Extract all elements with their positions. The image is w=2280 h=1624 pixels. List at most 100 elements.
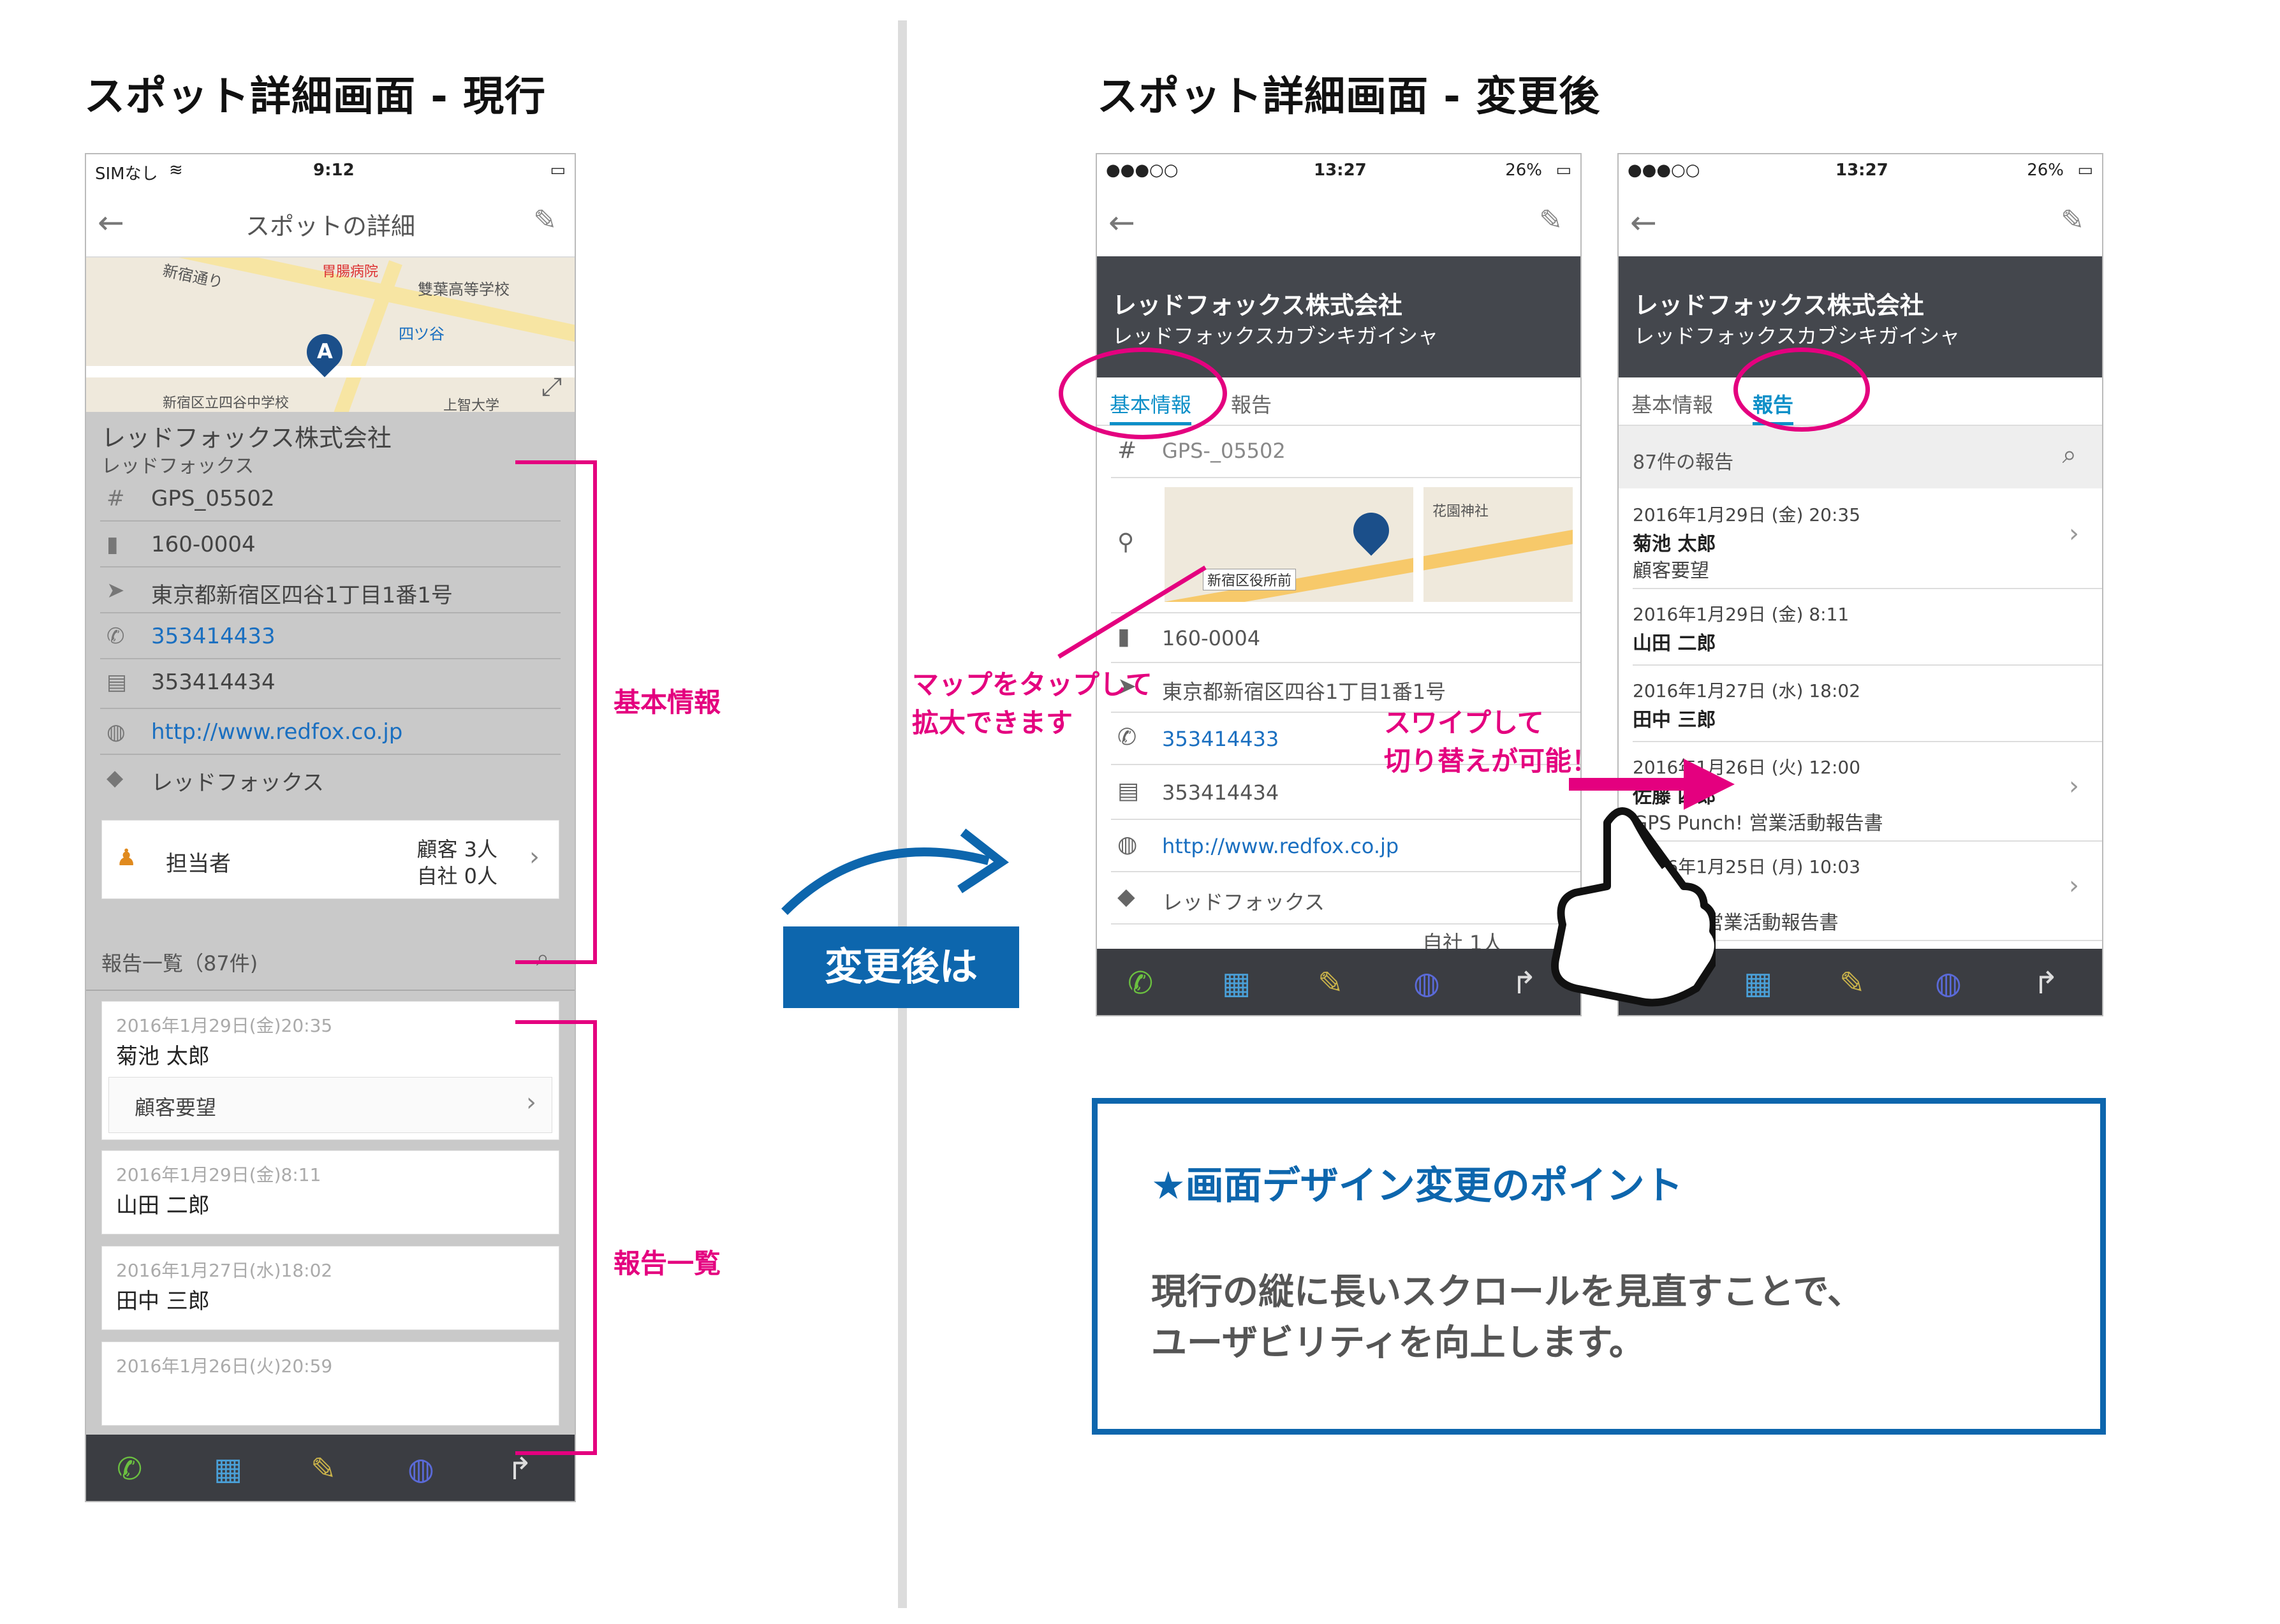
current-phone: SIMなし ≋ 9:12 ▭ ← スポットの詳細 ✎ 新宿通り 雙葉高等学校 四…: [85, 153, 576, 1502]
back-icon[interactable]: ←: [1630, 204, 1657, 241]
point-line2: ユーザビリティを向上します。: [1151, 1322, 1645, 1364]
time: 13:27: [1835, 161, 1888, 180]
row-tag: ◆ レッドフォックス: [1111, 872, 1580, 925]
hand-swipe-icon: [1551, 807, 1716, 1007]
report-item[interactable]: 2016年1月27日 (水) 18:02 田中 三郎: [1633, 666, 2102, 742]
report-date: 2016年1月29日(金)20:35: [116, 1015, 333, 1036]
fax-icon: ▤: [107, 669, 128, 695]
wifi-icon: ≋: [169, 161, 183, 180]
row-address: ➤ 東京都新宿区四谷1丁目1番1号: [100, 567, 561, 613]
edit-icon[interactable]: ✎: [2061, 204, 2084, 237]
edit-icon[interactable]: ✎: [533, 204, 557, 237]
row-tag: ◆ レッドフォックス: [100, 755, 561, 800]
divider: [898, 20, 907, 1608]
bottom-toolbar: ✆ ▦ ✎ ◍ ↱: [1097, 949, 1580, 1015]
people-icon: ♟: [116, 845, 137, 871]
edit-icon[interactable]: ✎: [1539, 204, 1563, 237]
map-pin-label: A: [317, 339, 333, 363]
battery: 26%: [1505, 161, 1542, 180]
row-fax: ▤ 353414434: [100, 659, 561, 709]
row-text[interactable]: 353414433: [1162, 727, 1279, 751]
report-date: 2016年1月29日 (金) 20:35: [1633, 504, 1861, 525]
phone-icon[interactable]: ✆: [1128, 965, 1153, 1001]
chevron-right-icon: ›: [2069, 519, 2079, 548]
map[interactable]: 新宿通り 雙葉高等学校 四ツ谷 新宿区立四谷中学校 上智大学 胃腸病院 A ⤢: [86, 258, 575, 412]
phone-icon[interactable]: ✆: [117, 1451, 142, 1487]
signal: ●●●○○: [1106, 161, 1179, 180]
calendar-add-icon[interactable]: ▦: [1744, 965, 1772, 1001]
report-item[interactable]: 2016年1月29日 (金) 20:35 菊池 太郎 顧客要望 ›: [1633, 490, 2102, 589]
map-label: 四ツ谷: [399, 325, 445, 343]
back-icon[interactable]: ←: [1108, 204, 1135, 241]
row-text[interactable]: http://www.redfox.co.jp: [1162, 834, 1399, 858]
row-text[interactable]: 353414433: [151, 624, 276, 649]
report-card[interactable]: 2016年1月29日(金)8:11 山田 二郎: [101, 1150, 559, 1234]
share-arrow-icon[interactable]: ↱: [507, 1451, 533, 1487]
mini-map[interactable]: 花園神社 新宿区役所前: [1165, 487, 1573, 602]
row-text[interactable]: http://www.redfox.co.jp: [151, 719, 402, 745]
report-name: 山田 二郎: [116, 1193, 210, 1218]
share-arrow-icon[interactable]: ↱: [2033, 965, 2059, 1001]
calendar-add-icon[interactable]: ▦: [1222, 965, 1251, 1001]
company-kana: レッドフォックスカブシキガイシャ: [1634, 324, 1960, 348]
map-road: [1413, 487, 1423, 602]
report-name: 山田 二郎: [1633, 633, 1716, 655]
tag-icon: ◆: [1117, 884, 1135, 910]
row-text: GPS_05502: [151, 486, 275, 511]
location-arrow-icon: ➤: [107, 578, 125, 603]
battery-icon: ▭: [1556, 161, 1571, 180]
tab-basic[interactable]: 基本情報: [1631, 389, 1713, 418]
share-arrow-icon[interactable]: ↱: [1511, 965, 1537, 1001]
report-card[interactable]: 2016年1月29日(金)20:35 菊池 太郎 顧客要望 ›: [101, 1001, 559, 1140]
report-edit-icon[interactable]: ✎: [1839, 965, 1865, 1001]
report-date: 2016年1月29日(金)8:11: [116, 1164, 321, 1185]
company-name: レッドフォックス株式会社: [1634, 291, 1924, 319]
battery-icon: ▭: [550, 161, 566, 180]
staff-card[interactable]: ♟ 担当者 顧客 3人 自社 0人 ›: [101, 820, 559, 899]
report-count: 87件の報告: [1633, 451, 1734, 474]
globe-icon[interactable]: ◍: [1413, 965, 1440, 1001]
staff-label: 担当者: [166, 851, 231, 877]
nav-title: スポットの詳細: [245, 212, 415, 240]
company-header: レッドフォックス株式会社 レッドフォックスカブシキガイシャ: [1619, 256, 2102, 377]
highlight-tab-basic: [1059, 347, 1227, 439]
company-name: レッドフォックス株式会社: [101, 424, 392, 452]
report-sub[interactable]: 顧客要望 ›: [108, 1077, 552, 1133]
report-item[interactable]: 2016年1月29日 (金) 8:11 山田 二郎: [1633, 589, 2102, 666]
row-url[interactable]: ◍ http://www.redfox.co.jp: [100, 709, 561, 755]
change-button: 変更後は: [783, 926, 1019, 1008]
nav-bar: ← ✎: [1097, 186, 1580, 258]
report-name: 田中 三郎: [116, 1289, 210, 1314]
report-edit-icon[interactable]: ✎: [1318, 965, 1343, 1001]
report-list-header: 報告一覧（87件): [101, 951, 258, 976]
point-box: ★画面デザイン変更のポイント 現行の縦に長いスクロールを見直すことで、 ユーザビ…: [1092, 1098, 2106, 1435]
expand-icon[interactable]: ⤢: [541, 372, 562, 402]
time: 13:27: [1314, 161, 1367, 180]
search-icon[interactable]: ⌕: [2063, 440, 2077, 469]
header-current: スポット詳細画面 - 現行: [84, 73, 547, 121]
globe-icon[interactable]: ◍: [408, 1451, 434, 1487]
report-card[interactable]: 2016年1月27日(水)18:02 田中 三郎: [101, 1246, 559, 1330]
row-text: レッドフォックス: [1162, 890, 1325, 914]
row-zip: ▮ 160-0004: [100, 522, 561, 567]
map-label: 雙葉高等学校: [418, 281, 510, 298]
company-kana: レッドフォックスカブシキガイシャ: [1112, 324, 1439, 348]
row-text: 353414434: [1162, 780, 1279, 805]
separator: [86, 990, 575, 991]
point-title: ★画面デザイン変更のポイント: [1151, 1164, 1683, 1208]
tab-reports[interactable]: 報告: [1231, 389, 1272, 418]
row-phone[interactable]: ✆ 353414433: [100, 613, 561, 659]
point-line1: 現行の縦に長いスクロールを見直すことで、: [1151, 1271, 1864, 1313]
hash-icon: #: [107, 486, 125, 511]
globe-icon[interactable]: ◍: [1935, 965, 1962, 1001]
report-card[interactable]: 2016年1月26日(火)20:59: [101, 1342, 559, 1426]
calendar-add-icon[interactable]: ▦: [214, 1451, 242, 1487]
company-kana: レッドフォックス: [101, 455, 254, 478]
swipe-line2: 切り替えが可能！: [1384, 745, 1599, 777]
row-url[interactable]: ◍ http://www.redfox.co.jp: [1111, 820, 1580, 872]
map-pin-icon: [1346, 505, 1397, 556]
status-bar: ●●●○○ 13:27 26% ▭: [1097, 154, 1580, 186]
phone-icon: ✆: [107, 624, 125, 649]
report-edit-icon[interactable]: ✎: [311, 1451, 336, 1487]
report-count-bar: 87件の報告 ⌕: [1619, 426, 2102, 488]
